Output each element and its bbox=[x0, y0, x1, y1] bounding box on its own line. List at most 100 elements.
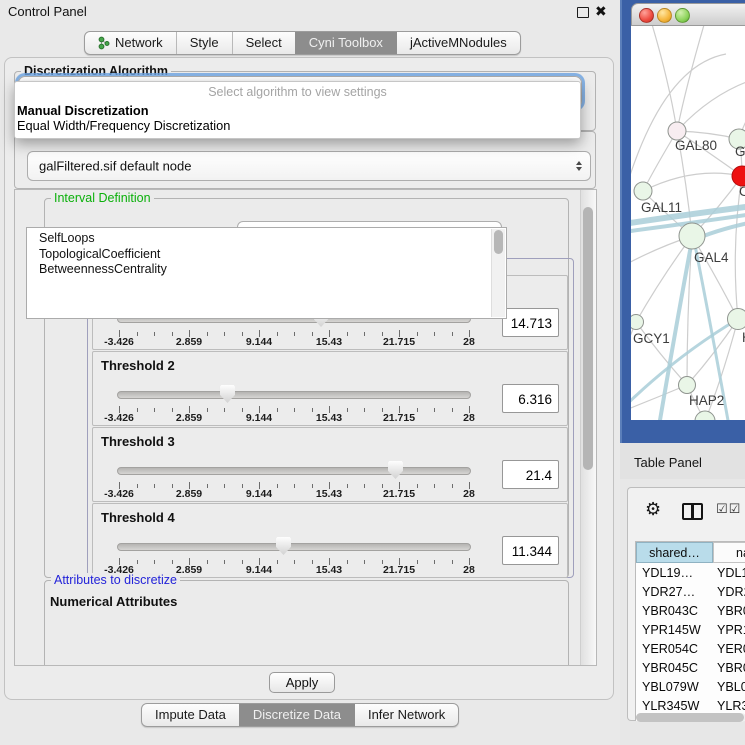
table-cell[interactable]: YBL079W bbox=[636, 678, 713, 697]
close-window-icon[interactable] bbox=[639, 8, 654, 23]
table-row[interactable]: YDR27…YDR2 bbox=[636, 583, 745, 602]
table-row[interactable]: YDL19…YDL1 bbox=[636, 564, 745, 583]
threshold-value-field[interactable]: 11.344 bbox=[502, 536, 559, 565]
slider-tick bbox=[154, 484, 155, 488]
table-cell[interactable]: YER054C bbox=[636, 640, 713, 659]
network-node-gal4[interactable] bbox=[679, 223, 705, 249]
table-data-group: Table Data galFiltered.sif default node bbox=[14, 131, 596, 189]
slider-tick bbox=[224, 332, 225, 336]
table-row[interactable]: YPR145WYPR1 bbox=[636, 621, 745, 640]
slider-tick bbox=[207, 408, 208, 412]
table-cell[interactable]: YBR0 bbox=[713, 659, 745, 678]
table-row[interactable]: YBL079WYBL0 bbox=[636, 678, 745, 697]
threshold-slider[interactable]: -3.4262.8599.14415.4321.71528 bbox=[115, 536, 473, 574]
slider-track[interactable] bbox=[117, 543, 471, 551]
slider-tick bbox=[347, 484, 348, 488]
table-row[interactable]: YBR045CYBR0 bbox=[636, 659, 745, 678]
threshold-value-field[interactable]: 21.4 bbox=[502, 460, 559, 489]
threshold-slider[interactable]: -3.4262.8599.14415.4321.71528 bbox=[115, 384, 473, 422]
vertical-scrollbar[interactable] bbox=[580, 190, 596, 665]
tab-network[interactable]: Network bbox=[85, 32, 176, 54]
scrollbar-thumb[interactable] bbox=[494, 230, 503, 254]
slider-tick bbox=[172, 484, 173, 488]
tab-impute-data[interactable]: Impute Data bbox=[142, 704, 239, 726]
column-header[interactable]: shared… bbox=[636, 542, 713, 563]
slider-thumb[interactable] bbox=[388, 461, 403, 479]
select-all-checkbox-icons[interactable]: ☑☑ bbox=[716, 502, 741, 517]
network-node[interactable] bbox=[695, 411, 715, 420]
network-edge[interactable] bbox=[643, 173, 742, 191]
control-panel-window: Control Panel ✖ NetworkStyleSelectCyni T… bbox=[0, 0, 620, 745]
slider-tick bbox=[172, 408, 173, 412]
list-scrollbar[interactable] bbox=[491, 229, 505, 317]
network-node-c[interactable] bbox=[732, 166, 745, 186]
threshold-value-field[interactable]: 14.713 bbox=[502, 308, 559, 337]
table-cell[interactable]: YBL0 bbox=[713, 678, 745, 697]
table-cell[interactable]: YBR045C bbox=[636, 659, 713, 678]
network-edge[interactable] bbox=[651, 26, 677, 131]
tab-select[interactable]: Select bbox=[232, 32, 295, 54]
list-item[interactable]: TopologicalCoefficient bbox=[27, 247, 506, 263]
table-cell[interactable]: YDL1 bbox=[713, 564, 745, 583]
slider-tick-label: 21.715 bbox=[383, 564, 415, 576]
slider-tick-label: 28 bbox=[463, 336, 475, 348]
scrollbar-thumb[interactable] bbox=[636, 713, 744, 722]
table-cell[interactable]: YPR1 bbox=[713, 621, 745, 640]
table-cell[interactable]: YDR27… bbox=[636, 583, 713, 602]
minimize-window-icon[interactable] bbox=[657, 8, 672, 23]
slider-tick-label: 15.43 bbox=[316, 564, 342, 576]
table-data-combo[interactable]: galFiltered.sif default node bbox=[27, 151, 591, 181]
table-row[interactable]: YBR043CYBR0 bbox=[636, 602, 745, 621]
slider-tick bbox=[417, 484, 418, 488]
slider-tick bbox=[452, 560, 453, 564]
network-window-titlebar[interactable] bbox=[631, 3, 745, 26]
menu-item-manual-discretization[interactable]: Manual Discretization bbox=[17, 103, 149, 118]
table-cell[interactable]: YPR145W bbox=[636, 621, 713, 640]
menu-item-equal-width-frequency[interactable]: Equal Width/Frequency Discretization bbox=[17, 118, 230, 133]
apply-button[interactable]: Apply bbox=[269, 672, 335, 693]
slider-thumb[interactable] bbox=[276, 537, 291, 555]
network-node-gal11[interactable] bbox=[634, 182, 652, 200]
close-panel-icon[interactable]: ✖ bbox=[595, 3, 607, 20]
tab-infer-network[interactable]: Infer Network bbox=[354, 704, 458, 726]
slider-track[interactable] bbox=[117, 391, 471, 399]
list-item[interactable]: BetweennessCentrality bbox=[27, 262, 506, 278]
scrollbar-thumb[interactable] bbox=[583, 207, 593, 470]
gear-icon[interactable]: ⚙ bbox=[645, 500, 661, 518]
column-header[interactable]: na bbox=[713, 542, 745, 563]
table-cell[interactable]: YBR043C bbox=[636, 602, 713, 621]
slider-track[interactable] bbox=[117, 467, 471, 475]
slider-tick-label: 28 bbox=[463, 488, 475, 500]
network-node-h[interactable] bbox=[728, 309, 745, 330]
horizontal-scrollbar[interactable] bbox=[636, 713, 745, 722]
cyni-mode-tabs: Impute DataDiscretize DataInfer Network bbox=[141, 703, 459, 727]
tab-style[interactable]: Style bbox=[176, 32, 232, 54]
slider-thumb[interactable] bbox=[220, 385, 235, 403]
slider-tick bbox=[364, 332, 365, 336]
table-cell[interactable]: YER0 bbox=[713, 640, 745, 659]
threshold-value-field[interactable]: 6.316 bbox=[502, 384, 559, 413]
zoom-window-icon[interactable] bbox=[675, 8, 690, 23]
tab-cyni-toolbox[interactable]: Cyni Toolbox bbox=[295, 32, 396, 54]
table-cell[interactable]: YDL19… bbox=[636, 564, 713, 583]
slider-tick bbox=[364, 484, 365, 488]
network-edge[interactable] bbox=[643, 131, 677, 191]
network-node-hap2[interactable] bbox=[679, 377, 696, 394]
slider-tick bbox=[434, 408, 435, 412]
network-canvas[interactable]: GAL80GACGAL11GAL4GCY1HHAP2 bbox=[631, 26, 745, 420]
tab-jactivemnodules[interactable]: jActiveMNodules bbox=[396, 32, 520, 54]
table-cell[interactable]: YDR2 bbox=[713, 583, 745, 602]
network-edge[interactable] bbox=[692, 236, 738, 319]
slider-tick bbox=[434, 560, 435, 564]
threshold-slider[interactable]: -3.4262.8599.14415.4321.71528 bbox=[115, 460, 473, 498]
numerical-attributes-list[interactable]: SelfLoopsTopologicalCoefficientBetweenne… bbox=[26, 227, 507, 319]
float-panel-icon[interactable] bbox=[577, 7, 589, 18]
network-node-gcy1[interactable] bbox=[631, 315, 644, 330]
network-edge[interactable] bbox=[677, 26, 706, 131]
tab-discretize-data[interactable]: Discretize Data bbox=[239, 704, 354, 726]
column-layout-icon[interactable] bbox=[682, 503, 703, 520]
table-row[interactable]: YER054CYER0 bbox=[636, 640, 745, 659]
table-cell[interactable]: YBR0 bbox=[713, 602, 745, 621]
list-item[interactable]: SelfLoops bbox=[27, 228, 506, 247]
network-edge[interactable] bbox=[631, 385, 687, 411]
